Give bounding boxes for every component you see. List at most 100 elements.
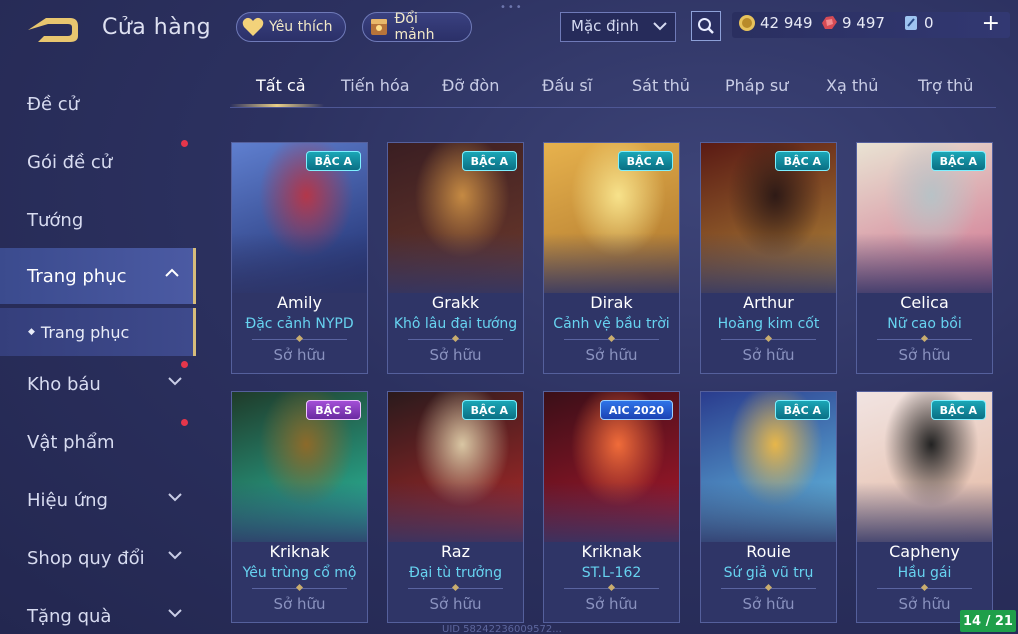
sidebar-item-skins[interactable]: Trang phục xyxy=(0,248,196,304)
sidebar-item-treasure[interactable]: Kho báu xyxy=(0,356,196,412)
tier-badge: BẬC A xyxy=(617,151,673,171)
sidebar-item-label: Hiệu ứng xyxy=(27,489,108,511)
sidebar-subitem-label: Trang phục xyxy=(40,322,130,342)
ticket-currency: 0 xyxy=(902,14,934,32)
divider xyxy=(408,588,503,589)
skin-card[interactable]: BẬC A Rouie Sứ giả vũ trụ Sở hữu xyxy=(700,391,837,623)
top-bar: Cửa hàng Yêu thích Đổi mảnh ••• Mặc định… xyxy=(0,0,1018,54)
sort-dropdown[interactable]: Mặc định xyxy=(560,12,676,42)
hero-name: Kriknak xyxy=(581,542,642,561)
sidebar: Đề cử Gói đề cử Tướng Trang phục ◆ Trang… xyxy=(0,70,198,634)
tier-badge: BẬC A xyxy=(774,151,830,171)
tab-fighter[interactable]: Đấu sĩ xyxy=(542,76,592,95)
ownership-status: Sở hữu xyxy=(429,595,482,613)
sidebar-item-label: Tướng xyxy=(27,209,84,231)
chevron-down-icon xyxy=(168,609,182,618)
red-gem-icon xyxy=(822,16,837,29)
hero-name: Raz xyxy=(441,542,470,561)
divider xyxy=(877,339,972,340)
divider xyxy=(252,588,347,589)
fragment-exchange-button[interactable]: Đổi mảnh xyxy=(362,11,472,43)
active-tab-indicator xyxy=(230,104,324,107)
add-currency-button[interactable]: + xyxy=(982,13,1000,35)
tier-badge: BẬC S xyxy=(306,400,361,420)
back-button[interactable] xyxy=(24,14,80,46)
ownership-status: Sở hữu xyxy=(742,595,795,613)
skin-name: Khô lâu đại tướng xyxy=(393,316,518,332)
gold-coin-icon xyxy=(739,15,755,31)
fragment-label: Đổi mảnh xyxy=(394,11,435,43)
sidebar-item-recommended-packs[interactable]: Gói đề cử xyxy=(0,134,196,190)
sidebar-item-label: Shop quy đổi xyxy=(27,547,145,569)
divider xyxy=(408,339,503,340)
ownership-status: Sở hữu xyxy=(585,595,638,613)
search-icon xyxy=(698,18,714,34)
page-indicator: 14 / 21 xyxy=(960,610,1016,632)
skin-card[interactable]: BẬC A Arthur Hoàng kim cốt Sở hữu xyxy=(700,142,837,374)
tab-mage[interactable]: Pháp sư xyxy=(725,76,788,95)
skin-card[interactable]: BẬC A Raz Đại tù trưởng Sở hữu xyxy=(387,391,524,623)
tier-badge: BẬC A xyxy=(305,151,361,171)
skin-card[interactable]: BẬC A Amily Đặc cảnh NYPD Sở hữu xyxy=(231,142,368,374)
page-title: Cửa hàng xyxy=(102,15,212,40)
ownership-status: Sở hữu xyxy=(273,595,326,613)
drag-handle-icon: ••• xyxy=(500,2,524,13)
hero-name: Grakk xyxy=(431,293,480,312)
favorites-button[interactable]: Yêu thích xyxy=(236,12,346,42)
tier-badge: BẬC A xyxy=(774,400,830,420)
skin-card[interactable]: BẬC A Capheny Hầu gái Sở hữu xyxy=(856,391,993,623)
currency-bar: 42 949 9 497 0 + xyxy=(732,12,1010,38)
heart-icon xyxy=(241,15,265,39)
ownership-status: Sở hữu xyxy=(898,346,951,364)
sidebar-item-heroes[interactable]: Tướng xyxy=(0,192,196,248)
skin-name: Yêu trùng cổ mộ xyxy=(242,565,357,581)
search-button[interactable] xyxy=(691,11,721,41)
sidebar-item-label: Gói đề cử xyxy=(27,151,113,173)
skin-card[interactable]: AIC 2020 Kriknak ST.L-162 Sở hữu xyxy=(543,391,680,623)
notification-dot xyxy=(181,361,188,368)
skin-grid: BẬC A Amily Đặc cảnh NYPD Sở hữu BẬC A G… xyxy=(231,142,996,634)
tab-assassin[interactable]: Sát thủ xyxy=(632,76,690,95)
sidebar-item-gifts[interactable]: Tặng quà xyxy=(0,588,196,634)
tab-support[interactable]: Trợ thủ xyxy=(918,76,973,95)
sidebar-item-recommended[interactable]: Đề cử xyxy=(0,76,196,132)
tab-marksman[interactable]: Xạ thủ xyxy=(826,76,878,95)
sidebar-subitem-skins[interactable]: ◆ Trang phục xyxy=(0,308,196,356)
gold-amount: 42 949 xyxy=(760,14,813,32)
favorites-label: Yêu thích xyxy=(269,19,333,35)
sort-selected-value: Mặc định xyxy=(571,17,639,35)
sidebar-item-items[interactable]: Vật phẩm xyxy=(0,414,196,470)
hero-name: Arthur xyxy=(743,293,794,312)
tab-tank[interactable]: Đỡ đòn xyxy=(442,76,499,95)
sidebar-item-effects[interactable]: Hiệu ứng xyxy=(0,472,196,528)
skin-card[interactable]: BẬC A Celica Nữ cao bồi Sở hữu xyxy=(856,142,993,374)
skin-card[interactable]: BẬC S Kriknak Yêu trùng cổ mộ Sở hữu xyxy=(231,391,368,623)
fragment-box-icon xyxy=(367,15,391,39)
ownership-status: Sở hữu xyxy=(429,346,482,364)
hero-name: Dirak xyxy=(590,293,633,312)
skin-name: Hầu gái xyxy=(897,565,952,581)
notification-dot xyxy=(181,140,188,147)
sidebar-item-label: Trang phục xyxy=(27,265,127,287)
back-arrow-icon xyxy=(28,18,78,42)
hero-name: Rouie xyxy=(746,542,791,561)
tier-badge: BẬC A xyxy=(461,400,517,420)
skin-card[interactable]: BẬC A Dirak Cảnh vệ bầu trời Sở hữu xyxy=(543,142,680,374)
divider xyxy=(877,588,972,589)
chevron-up-icon xyxy=(165,268,179,277)
sidebar-item-exchange-shop[interactable]: Shop quy đổi xyxy=(0,530,196,586)
ticket-icon xyxy=(905,16,917,30)
user-id-text: UID 58242236009572... xyxy=(442,624,562,634)
chevron-down-icon xyxy=(168,493,182,502)
diamond-bullet-icon: ◆ xyxy=(28,327,35,337)
skin-card[interactable]: BẬC A Grakk Khô lâu đại tướng Sở hữu xyxy=(387,142,524,374)
hero-name: Capheny xyxy=(889,542,960,561)
tab-evolution[interactable]: Tiến hóa xyxy=(341,76,410,95)
tab-all[interactable]: Tất cả xyxy=(256,76,306,95)
tier-badge: BẬC A xyxy=(930,151,986,171)
divider xyxy=(721,588,816,589)
ownership-status: Sở hữu xyxy=(585,346,638,364)
hero-name: Amily xyxy=(277,293,322,312)
divider xyxy=(252,339,347,340)
sidebar-item-label: Tặng quà xyxy=(27,605,112,627)
